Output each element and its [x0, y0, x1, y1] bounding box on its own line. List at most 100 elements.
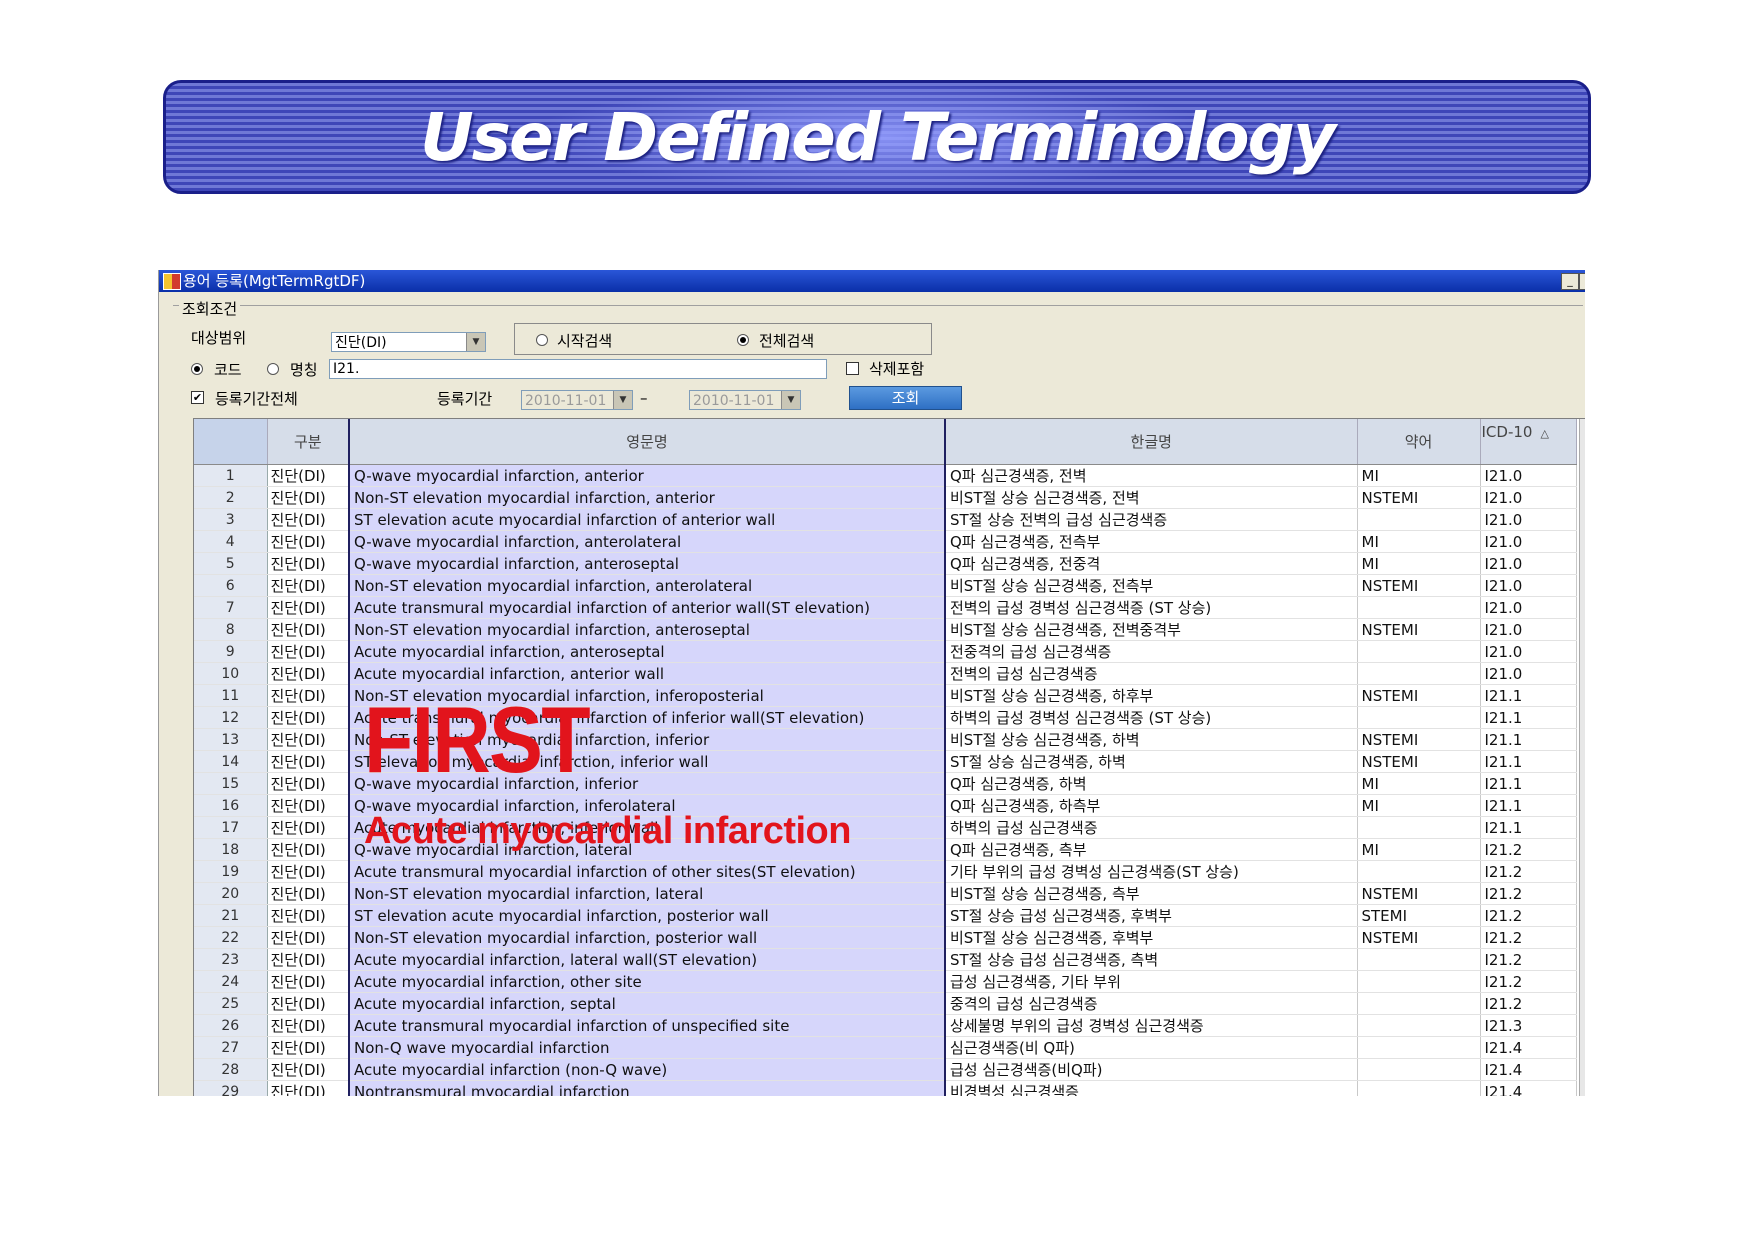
col-header-icd10[interactable]: ICD-10 △ — [1480, 419, 1577, 465]
category-cell[interactable]: 진단(DI) — [267, 618, 350, 641]
korean-name-cell[interactable]: Q파 심근경색증, 측부 — [945, 838, 1358, 861]
icd10-cell[interactable]: I21.0 — [1480, 574, 1577, 597]
col-header-korean-name[interactable]: 한글명 — [945, 419, 1358, 465]
row-number[interactable]: 6 — [194, 574, 268, 597]
korean-name-cell[interactable]: Q파 심근경색증, 전측부 — [945, 530, 1358, 553]
icd10-cell[interactable]: I21.2 — [1480, 860, 1577, 883]
row-number[interactable]: 2 — [194, 486, 268, 509]
radio-all-search[interactable] — [737, 334, 749, 346]
category-cell[interactable]: 진단(DI) — [267, 662, 350, 685]
icd10-cell[interactable]: I21.4 — [1480, 1058, 1577, 1081]
abbreviation-cell[interactable]: MI — [1357, 552, 1481, 575]
english-name-cell[interactable]: Acute myocardial infarction, septal — [348, 992, 946, 1015]
icd10-cell[interactable]: I21.1 — [1480, 728, 1577, 751]
icd10-cell[interactable]: I21.0 — [1480, 618, 1577, 641]
abbreviation-cell[interactable]: MI — [1357, 464, 1481, 487]
include-deleted-checkbox[interactable] — [846, 362, 859, 375]
col-header-abbreviation[interactable]: 약어 — [1357, 419, 1481, 465]
category-cell[interactable]: 진단(DI) — [267, 970, 350, 993]
icd10-cell[interactable]: I21.0 — [1480, 508, 1577, 531]
minimize-icon[interactable]: _ — [1561, 273, 1579, 290]
table-row[interactable]: 28 진단(DI) Acute myocardial infarction (non… — [194, 1058, 1577, 1081]
category-cell[interactable]: 진단(DI) — [267, 596, 350, 619]
english-name-cell[interactable]: Acute myocardial infarction, other site — [348, 970, 946, 993]
table-row[interactable]: 6 진단(DI) Non-ST elevation myocardial infar… — [194, 574, 1577, 597]
row-number[interactable]: 25 — [194, 992, 268, 1015]
row-number[interactable]: 20 — [194, 882, 268, 905]
abbreviation-cell[interactable] — [1357, 1058, 1481, 1081]
category-cell[interactable]: 진단(DI) — [267, 882, 350, 905]
icd10-cell[interactable]: I21.1 — [1480, 684, 1577, 707]
table-row[interactable]: 24 진단(DI) Acute myocardial infarction, oth… — [194, 970, 1577, 993]
category-cell[interactable]: 진단(DI) — [267, 530, 350, 553]
korean-name-cell[interactable]: ST절 상승 급성 심근경색증, 후벽부 — [945, 904, 1358, 927]
icd10-cell[interactable]: I21.1 — [1480, 750, 1577, 773]
icd10-cell[interactable]: I21.1 — [1480, 706, 1577, 729]
korean-name-cell[interactable]: 비ST절 상승 심근경색증, 측부 — [945, 882, 1358, 905]
category-cell[interactable]: 진단(DI) — [267, 838, 350, 861]
row-number[interactable]: 22 — [194, 926, 268, 949]
icd10-cell[interactable]: I21.3 — [1480, 1014, 1577, 1037]
abbreviation-cell[interactable]: MI — [1357, 530, 1481, 553]
abbreviation-cell[interactable]: NSTEMI — [1357, 728, 1481, 751]
english-name-cell[interactable]: Nontransmural myocardial infarction — [348, 1080, 946, 1096]
english-name-cell[interactable]: Acute myocardial infarction, anterosepta… — [348, 640, 946, 663]
icd10-cell[interactable]: I21.0 — [1480, 640, 1577, 663]
table-row[interactable]: 21 진단(DI) ST elevation acute myocardial in… — [194, 904, 1577, 927]
category-cell[interactable]: 진단(DI) — [267, 706, 350, 729]
icd10-cell[interactable]: I21.2 — [1480, 904, 1577, 927]
korean-name-cell[interactable]: 전벽의 급성 경벽성 심근경색증 (ST 상승) — [945, 596, 1358, 619]
english-name-cell[interactable]: Non-Q wave myocardial infarction — [348, 1036, 946, 1059]
query-button[interactable]: 조회 — [849, 386, 962, 410]
row-number[interactable]: 23 — [194, 948, 268, 971]
category-cell[interactable]: 진단(DI) — [267, 486, 350, 509]
abbreviation-cell[interactable] — [1357, 816, 1481, 839]
icd10-cell[interactable]: I21.0 — [1480, 486, 1577, 509]
korean-name-cell[interactable]: 전벽의 급성 심근경색증 — [945, 662, 1358, 685]
calendar-dropdown-icon[interactable]: ▼ — [613, 391, 632, 409]
korean-name-cell[interactable]: ST절 상승 전벽의 급성 심근경색증 — [945, 508, 1358, 531]
all-period-checkbox[interactable]: ✔ — [191, 391, 204, 404]
english-name-cell[interactable]: Acute transmural myocardial infarction o… — [348, 860, 946, 883]
korean-name-cell[interactable]: 중격의 급성 심근경색증 — [945, 992, 1358, 1015]
row-number[interactable]: 16 — [194, 794, 268, 817]
category-cell[interactable]: 진단(DI) — [267, 640, 350, 663]
radio-code[interactable] — [191, 363, 203, 375]
korean-name-cell[interactable]: 전중격의 급성 심근경색증 — [945, 640, 1358, 663]
search-input[interactable]: I21. — [329, 359, 827, 379]
table-row[interactable]: 25 진단(DI) Acute myocardial infarction, sep… — [194, 992, 1577, 1015]
abbreviation-cell[interactable] — [1357, 970, 1481, 993]
category-cell[interactable]: 진단(DI) — [267, 926, 350, 949]
korean-name-cell[interactable]: Q파 심근경색증, 하벽 — [945, 772, 1358, 795]
table-row[interactable]: 8 진단(DI) Non-ST elevation myocardial infar… — [194, 618, 1577, 641]
abbreviation-cell[interactable] — [1357, 706, 1481, 729]
icd10-cell[interactable]: I21.1 — [1480, 816, 1577, 839]
korean-name-cell[interactable]: 비ST절 상승 심근경색증, 전측부 — [945, 574, 1358, 597]
abbreviation-cell[interactable]: MI — [1357, 772, 1481, 795]
korean-name-cell[interactable]: Q파 심근경색증, 전벽 — [945, 464, 1358, 487]
row-number[interactable]: 28 — [194, 1058, 268, 1081]
table-row[interactable]: 2 진단(DI) Non-ST elevation myocardial infar… — [194, 486, 1577, 509]
english-name-cell[interactable]: Acute myocardial infarction, lateral wal… — [348, 948, 946, 971]
radio-name[interactable] — [267, 363, 279, 375]
abbreviation-cell[interactable] — [1357, 948, 1481, 971]
category-cell[interactable]: 진단(DI) — [267, 464, 350, 487]
row-number[interactable]: 29 — [194, 1080, 268, 1096]
row-number[interactable]: 1 — [194, 464, 268, 487]
korean-name-cell[interactable]: ST절 상승 심근경색증, 하벽 — [945, 750, 1358, 773]
korean-name-cell[interactable]: 상세불명 부위의 급성 경벽성 심근경색증 — [945, 1014, 1358, 1037]
row-number[interactable]: 7 — [194, 596, 268, 619]
abbreviation-cell[interactable]: NSTEMI — [1357, 486, 1481, 509]
korean-name-cell[interactable]: 기타 부위의 급성 경벽성 심근경색증(ST 상승) — [945, 860, 1358, 883]
table-row[interactable]: 4 진단(DI) Q-wave myocardial infarction, ant… — [194, 530, 1577, 553]
abbreviation-cell[interactable] — [1357, 508, 1481, 531]
table-row[interactable]: 5 진단(DI) Q-wave myocardial infarction, ant… — [194, 552, 1577, 575]
row-number[interactable]: 12 — [194, 706, 268, 729]
radio-start-search[interactable] — [536, 334, 548, 346]
abbreviation-cell[interactable] — [1357, 860, 1481, 883]
table-row[interactable]: 9 진단(DI) Acute myocardial infarction, ante… — [194, 640, 1577, 663]
korean-name-cell[interactable]: ST절 상승 급성 심근경색증, 측벽 — [945, 948, 1358, 971]
abbreviation-cell[interactable]: NSTEMI — [1357, 882, 1481, 905]
english-name-cell[interactable]: Acute transmural myocardial infarction o… — [348, 1014, 946, 1037]
category-cell[interactable]: 진단(DI) — [267, 992, 350, 1015]
